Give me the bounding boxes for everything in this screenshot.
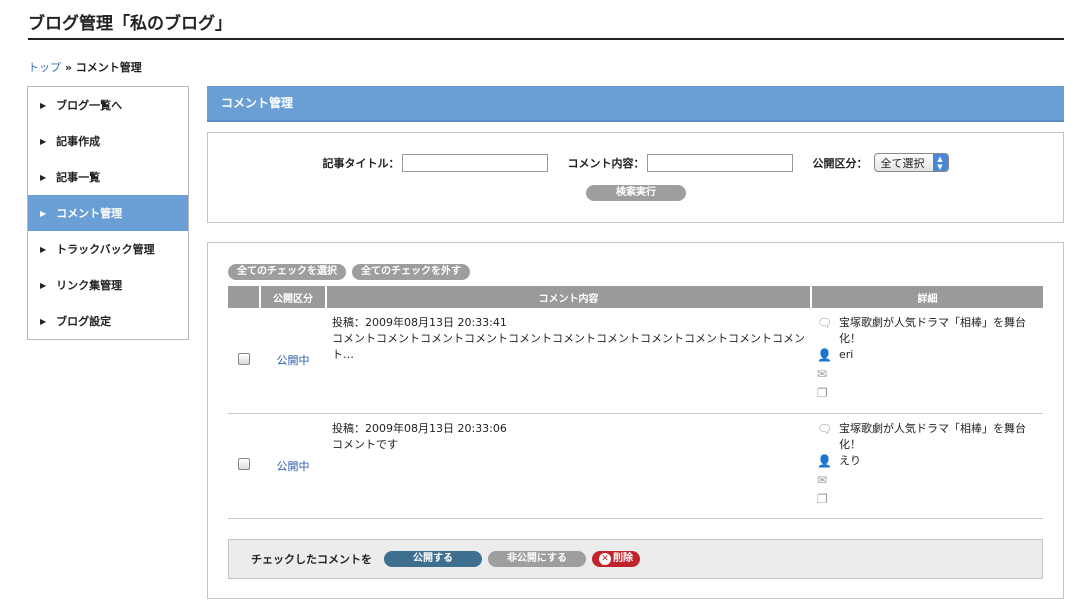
url-line: ❐ bbox=[817, 385, 1039, 404]
unpublish-button[interactable]: 非公開にする bbox=[488, 551, 586, 567]
sidebar-item-label: ブログ設定 bbox=[56, 315, 112, 328]
status-label: 公開区分： bbox=[812, 156, 868, 170]
posted-date: 投稿：2009年08月13日 20:33:06 bbox=[332, 421, 507, 435]
article-line: 🗨 宝塚歌劇が人気ドラマ「相棒」を舞台化！ bbox=[817, 421, 1039, 453]
select-all-button[interactable]: 全てのチェックを選択 bbox=[228, 264, 346, 280]
sidebar-item-links[interactable]: ▶ リンク集管理 bbox=[28, 267, 188, 303]
section-header: コメント管理 bbox=[207, 86, 1064, 122]
publish-button[interactable]: 公開する bbox=[384, 551, 482, 567]
column-header-status: 公開区分 bbox=[260, 286, 327, 308]
sidebar-item-label: ブログ一覧へ bbox=[56, 99, 123, 112]
bulk-label: チェックしたコメントを bbox=[251, 553, 372, 566]
search-row: 記事タイトル： コメント内容： 公開区分： 全て選択 ▲ ▼ bbox=[208, 153, 1063, 172]
sidebar-item-label: コメント管理 bbox=[56, 207, 123, 220]
envelope-icon: ✉ bbox=[817, 367, 828, 381]
table-header-row: 公開区分 コメント内容 詳細 bbox=[228, 286, 1043, 308]
author-line: 👤 えり bbox=[817, 453, 1039, 472]
triangle-right-icon: ▶ bbox=[40, 244, 47, 254]
sidebar-item-settings[interactable]: ▶ ブログ設定 bbox=[28, 303, 188, 339]
posted-date: 投稿：2009年08月13日 20:33:41 bbox=[332, 316, 507, 329]
envelope-icon: ✉ bbox=[817, 472, 828, 487]
article-title: 宝塚歌劇が人気ドラマ「相棒」を舞台化！ bbox=[839, 316, 1026, 345]
sidebar-item-trackbacks[interactable]: ▶ トラックバック管理 bbox=[28, 231, 188, 267]
breadcrumb: トップ » コメント管理 bbox=[28, 59, 142, 75]
row-checkbox[interactable] bbox=[238, 458, 250, 470]
triangle-right-icon: ▶ bbox=[40, 316, 47, 326]
page-title: ブログ管理「私のブログ」 bbox=[28, 12, 1064, 40]
person-icon: 👤 bbox=[817, 348, 832, 362]
author-line: 👤 eri bbox=[817, 347, 1039, 366]
select-arrows-icon: ▲ ▼ bbox=[932, 154, 948, 171]
table-row: 公開中 投稿：2009年08月13日 20:33:06 コメントです 🗨 宝塚歌劇… bbox=[228, 413, 1043, 519]
delete-label: 削除 bbox=[613, 553, 633, 564]
column-header-detail: 詳細 bbox=[811, 286, 1043, 308]
search-button[interactable]: 検索実行 bbox=[586, 185, 686, 201]
deselect-all-button[interactable]: 全てのチェックを外す bbox=[352, 264, 470, 280]
sidebar-item-comments[interactable]: ▶ コメント管理 bbox=[28, 195, 188, 231]
detail-cell: 🗨 宝塚歌劇が人気ドラマ「相棒」を舞台化！ 👤 えり ✉ ❐ bbox=[811, 413, 1043, 519]
row-check-cell bbox=[228, 413, 260, 519]
comment-text: コメントです bbox=[332, 437, 398, 451]
status-select-value: 全て選択 bbox=[880, 156, 925, 170]
column-header-check bbox=[228, 286, 261, 308]
triangle-right-icon: ▶ bbox=[40, 136, 47, 146]
detail-cell: 🗨 宝塚歌劇が人気ドラマ「相棒」を舞台化！ 👤 eri ✉ ❐ bbox=[811, 308, 1043, 414]
column-header-content: コメント内容 bbox=[326, 286, 812, 308]
sidebar-item-label: リンク集管理 bbox=[56, 279, 123, 292]
author-name: えり bbox=[839, 453, 861, 467]
status-select[interactable]: 全て選択 ▲ ▼ bbox=[873, 153, 949, 172]
title-label: 記事タイトル： bbox=[322, 156, 400, 170]
close-circle-icon: ✕ bbox=[599, 553, 611, 565]
window-icon: ❐ bbox=[817, 491, 828, 506]
author-name: eri bbox=[839, 348, 854, 361]
comments-table: 公開区分 コメント内容 詳細 公開中 投稿：2009年08月13日 20:33:… bbox=[228, 286, 1043, 519]
row-check-cell bbox=[228, 308, 260, 414]
url-line: ❐ bbox=[817, 491, 1039, 510]
person-icon: 👤 bbox=[817, 453, 832, 468]
article-line: 🗨 宝塚歌劇が人気ドラマ「相棒」を舞台化！ bbox=[817, 315, 1039, 347]
check-buttons: 全てのチェックを選択 全てのチェックを外す bbox=[228, 264, 470, 280]
status-link[interactable]: 公開中 bbox=[260, 413, 326, 519]
status-link[interactable]: 公開中 bbox=[260, 308, 326, 414]
content-label: コメント内容： bbox=[567, 156, 645, 170]
sidebar-item-label: 記事一覧 bbox=[56, 171, 101, 184]
delete-button[interactable]: ✕ 削除 bbox=[592, 551, 640, 567]
email-line: ✉ bbox=[817, 366, 1039, 385]
email-line: ✉ bbox=[817, 472, 1039, 491]
comment-cell: 投稿：2009年08月13日 20:33:06 コメントです bbox=[326, 413, 811, 519]
speech-bubble-icon: 🗨 bbox=[817, 421, 833, 436]
bulk-action-bar: チェックしたコメントを 公開する 非公開にする ✕ 削除 bbox=[228, 539, 1043, 579]
triangle-right-icon: ▶ bbox=[40, 208, 47, 218]
breadcrumb-home-link[interactable]: トップ bbox=[28, 61, 61, 74]
comment-text: コメントコメントコメントコメントコメントコメントコメントコメントコメントコメント… bbox=[332, 332, 805, 361]
sidebar-item-new-post[interactable]: ▶ 記事作成 bbox=[28, 123, 188, 159]
sidebar-item-label: 記事作成 bbox=[56, 135, 101, 148]
window-icon: ❐ bbox=[817, 386, 828, 400]
triangle-right-icon: ▶ bbox=[40, 280, 47, 290]
comment-cell: 投稿：2009年08月13日 20:33:41 コメントコメントコメントコメント… bbox=[326, 308, 811, 414]
triangle-right-icon: ▶ bbox=[40, 100, 47, 110]
speech-bubble-icon: 🗨 bbox=[817, 316, 833, 330]
title-input[interactable] bbox=[401, 153, 548, 172]
comment-list-panel: 全てのチェックを選択 全てのチェックを外す 公開区分 コメント内容 詳細 公開中… bbox=[207, 242, 1064, 599]
sidebar: ▶ ブログ一覧へ ▶ 記事作成 ▶ 記事一覧 ▶ コメント管理 ▶ トラックバック管理 ▶… bbox=[27, 86, 189, 340]
search-panel: 記事タイトル： コメント内容： 公開区分： 全て選択 ▲ ▼ 検索実行 bbox=[207, 132, 1064, 223]
content-input[interactable] bbox=[646, 153, 793, 172]
table-row: 公開中 投稿：2009年08月13日 20:33:41 コメントコメントコメント… bbox=[228, 308, 1043, 414]
article-title: 宝塚歌劇が人気ドラマ「相棒」を舞台化！ bbox=[839, 421, 1026, 451]
row-checkbox[interactable] bbox=[238, 352, 250, 365]
breadcrumb-separator: » bbox=[64, 61, 72, 74]
sidebar-item-blog-list[interactable]: ▶ ブログ一覧へ bbox=[28, 87, 188, 123]
sidebar-item-post-list[interactable]: ▶ 記事一覧 bbox=[28, 159, 188, 195]
breadcrumb-current: コメント管理 bbox=[75, 61, 142, 74]
sidebar-item-label: トラックバック管理 bbox=[56, 243, 155, 256]
triangle-right-icon: ▶ bbox=[40, 172, 47, 182]
